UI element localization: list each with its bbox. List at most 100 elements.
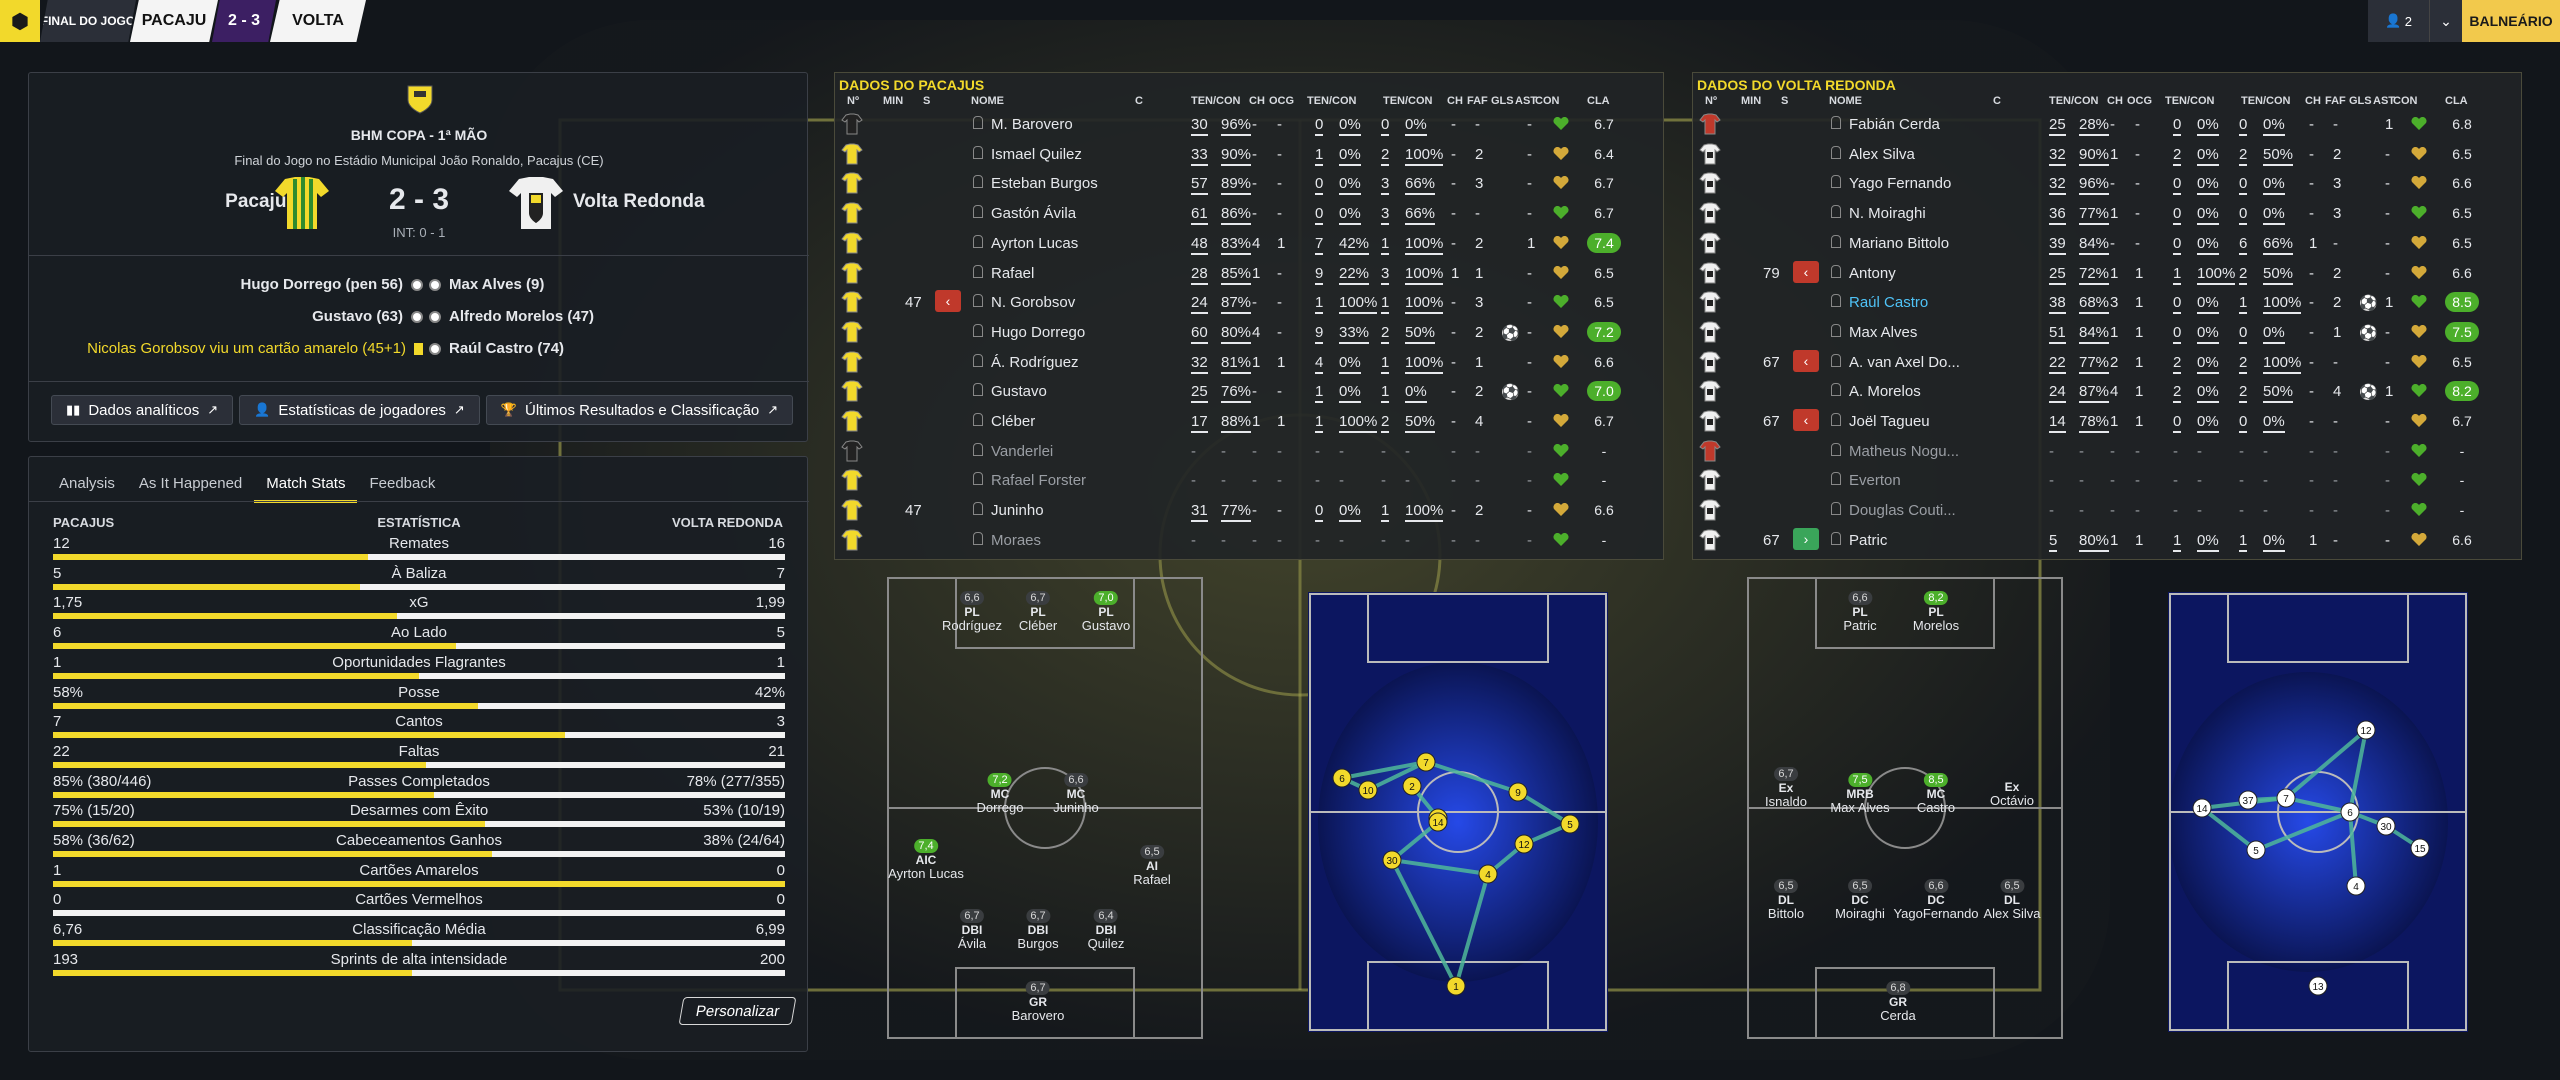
- column-header-c[interactable]: C: [1993, 95, 2001, 107]
- column-header-gls[interactable]: GLS: [2349, 95, 2372, 107]
- column-header-con[interactable]: CON: [1535, 95, 1559, 107]
- column-header-s[interactable]: S: [1781, 95, 1788, 107]
- chevron-down-icon[interactable]: ⌄: [2430, 0, 2462, 42]
- player-row[interactable]: Hugo Dorrego 60 80% 4-9 33% 2 50% -2 ⚽ -7.2: [837, 317, 1647, 347]
- tab-feedback[interactable]: Feedback: [357, 475, 447, 503]
- column-header-name[interactable]: NOME: [1829, 95, 1862, 107]
- player-row[interactable]: Mariano Bittolo 39 84% - -0 0% 6 66% 1- -6.5: [1695, 228, 2505, 258]
- player-row[interactable]: Alex Silva 32 90% 1-2 0% 2 50% -2-6.5: [1695, 139, 2505, 169]
- column-header-min[interactable]: MIN: [1741, 95, 1761, 107]
- player-row[interactable]: Ismael Quilez 33 90% - -1 0% 2 100% -2-6.4: [837, 139, 1647, 169]
- player-row[interactable]: Moraes - - - - - - - - - - - -: [837, 525, 1647, 555]
- player-name[interactable]: Moraes: [973, 532, 1041, 549]
- column-header-s[interactable]: S: [923, 95, 930, 107]
- home-team-tab[interactable]: PACAJU: [130, 0, 218, 42]
- column-header-faf[interactable]: FAF: [1467, 95, 1488, 107]
- pass-node[interactable]: 30: [2376, 816, 2396, 836]
- player-name[interactable]: Raúl Castro: [1831, 294, 1928, 311]
- column-header-ocg[interactable]: OCG: [2127, 95, 2152, 107]
- formation-player[interactable]: 8,2 PL Morelos: [1913, 590, 1959, 633]
- formation-player[interactable]: 6,7 PL Cléber: [1019, 590, 1057, 633]
- away-goal-event[interactable]: Max Alves (9): [449, 269, 544, 301]
- pass-node[interactable]: 14: [1428, 812, 1448, 832]
- pass-node[interactable]: 14: [2192, 798, 2212, 818]
- column-header-n[interactable]: Nº: [847, 95, 859, 107]
- player-row[interactable]: Esteban Burgos 57 89% - -0 0% 3 66% -3-6.7: [837, 168, 1647, 198]
- player-row[interactable]: A. Morelos 24 87% 4 1 2 0% 2 50% -4 ⚽ 1 8.2: [1695, 376, 2505, 406]
- player-row[interactable]: Raúl Castro 38 68% 3 1 0 0% 1 100% -2 ⚽ 1 8.5: [1695, 287, 2505, 317]
- formation-player[interactable]: 7,4 AIC Ayrton Lucas: [888, 838, 964, 881]
- formation-player[interactable]: 6,7 GR Barovero: [1012, 980, 1064, 1023]
- dressing-room-button[interactable]: BALNEÁRIO: [2462, 0, 2560, 42]
- player-row[interactable]: 67 › Patric 5 80% 1 1 1 0% 1 0% 1- -6.6: [1695, 525, 2505, 555]
- column-header-gls[interactable]: GLS: [1491, 95, 1514, 107]
- player-row[interactable]: 67 ‹ Joël Tagueu 14 78% 1 1 0 0% 0 0% - - -6.7: [1695, 406, 2505, 436]
- pass-node[interactable]: 12: [2356, 720, 2376, 740]
- player-name[interactable]: N. Moiraghi: [1831, 205, 1926, 222]
- player-row[interactable]: Gastón Ávila 61 86% - -0 0% 3 66% - - -6.7: [837, 198, 1647, 228]
- formation-player[interactable]: 6,5 DL Bittolo: [1768, 878, 1804, 921]
- column-header-ch2[interactable]: CH: [1447, 95, 1463, 107]
- formation-player[interactable]: 6,5 AI Rafael: [1133, 844, 1171, 887]
- home-goal-event[interactable]: Hugo Dorrego (pen 56): [240, 269, 403, 301]
- player-name[interactable]: Max Alves: [1831, 324, 1917, 341]
- managers-button[interactable]: 👤 2: [2368, 0, 2430, 42]
- column-header-n[interactable]: Nº: [1705, 95, 1717, 107]
- pass-node[interactable]: 10: [1358, 780, 1378, 800]
- pass-node[interactable]: 1: [1446, 976, 1466, 996]
- pass-node[interactable]: 4: [1478, 864, 1498, 884]
- home-goal-event[interactable]: Gustavo (63): [312, 301, 403, 333]
- player-name[interactable]: Ismael Quilez: [973, 146, 1082, 163]
- player-row[interactable]: Gustavo 25 76% - -1 0% 1 0% -2 ⚽ -7.0: [837, 376, 1647, 406]
- player-row[interactable]: 67 ‹ A. van Axel Do... 22 77% 2 1 2 0% 2 100% - - -6.…: [1695, 347, 2505, 377]
- player-name[interactable]: Douglas Couti...: [1831, 502, 1956, 519]
- player-name[interactable]: Everton: [1831, 472, 1901, 489]
- player-name[interactable]: N. Gorobsov: [973, 294, 1075, 311]
- column-header-ch1[interactable]: CH: [2107, 95, 2123, 107]
- pass-node[interactable]: 9: [1508, 782, 1528, 802]
- player-name[interactable]: A. Morelos: [1831, 383, 1921, 400]
- formation-player[interactable]: 6,6 MC Juninho: [1053, 772, 1099, 815]
- column-header-cla[interactable]: CLA: [2445, 95, 2468, 107]
- formation-player[interactable]: 6,6 DC YagoFernando: [1893, 878, 1979, 921]
- column-header-tc2[interactable]: TEN/CON: [1307, 95, 1357, 107]
- formation-player[interactable]: 6,4 DBI Quilez: [1088, 908, 1124, 951]
- column-header-tc3[interactable]: TEN/CON: [1383, 95, 1433, 107]
- player-name[interactable]: Matheus Nogu...: [1831, 443, 1959, 460]
- column-header-ast[interactable]: AST: [2373, 95, 2395, 107]
- away-team-tab[interactable]: VOLTA: [270, 0, 366, 42]
- column-header-tc1[interactable]: TEN/CON: [2049, 95, 2099, 107]
- column-header-faf[interactable]: FAF: [2325, 95, 2346, 107]
- player-row[interactable]: N. Moiraghi 36 77% 1-0 0% 0 0% -3-6.5: [1695, 198, 2505, 228]
- pass-node[interactable]: 13: [2308, 976, 2328, 996]
- formation-player[interactable]: 6,5 DL Alex Silva: [1983, 878, 2041, 921]
- player-name[interactable]: A. van Axel Do...: [1831, 354, 1960, 371]
- formation-player[interactable]: 7,2 MC Dorrego: [977, 772, 1023, 815]
- tab-as-it-happened[interactable]: As It Happened: [127, 475, 254, 503]
- column-header-cla[interactable]: CLA: [1587, 95, 1610, 107]
- club-logo-icon[interactable]: ⬢: [0, 0, 40, 42]
- player-row[interactable]: Everton - - - - - - - - - - - -: [1695, 465, 2505, 495]
- column-header-ocg[interactable]: OCG: [1269, 95, 1294, 107]
- formation-player[interactable]: 7,5 MRB Max Alves: [1830, 772, 1890, 815]
- player-row[interactable]: Cléber 17 88% 1 1 1 100% 2 50% -4-6.7: [837, 406, 1647, 436]
- formation-player[interactable]: 6,7 Ex Isnaldo: [1765, 766, 1807, 809]
- column-header-c[interactable]: C: [1135, 95, 1143, 107]
- column-header-ast[interactable]: AST: [1515, 95, 1537, 107]
- tab-match-stats[interactable]: Match Stats: [254, 475, 358, 503]
- column-header-name[interactable]: NOME: [971, 95, 1004, 107]
- pass-node[interactable]: 37: [2238, 790, 2258, 810]
- pass-node[interactable]: 4: [2346, 876, 2366, 896]
- player-row[interactable]: M. Barovero 30 96% - -0 0% 0 0% - - -6.7: [837, 109, 1647, 139]
- player-name[interactable]: M. Barovero: [973, 116, 1073, 133]
- column-header-ch1[interactable]: CH: [1249, 95, 1265, 107]
- formation-player[interactable]: 6,5 DC Moiraghi: [1835, 878, 1885, 921]
- player-row[interactable]: 79 ‹ Antony 25 72% 1 1 1 100% 2 50% -2-6.6: [1695, 258, 2505, 288]
- player-name[interactable]: Gustavo: [973, 383, 1047, 400]
- player-name[interactable]: Rafael Forster: [973, 472, 1086, 489]
- away-team-name[interactable]: Volta Redonda: [573, 191, 705, 213]
- formation-player[interactable]: Ex Octávio: [1990, 766, 2034, 808]
- yellow-card-event[interactable]: Nicolas Gorobsov viu um cartão amarelo (…: [87, 333, 406, 365]
- away-goal-event[interactable]: Raúl Castro (74): [449, 333, 564, 365]
- formation-player[interactable]: 6,7 DBI Ávila: [958, 908, 986, 951]
